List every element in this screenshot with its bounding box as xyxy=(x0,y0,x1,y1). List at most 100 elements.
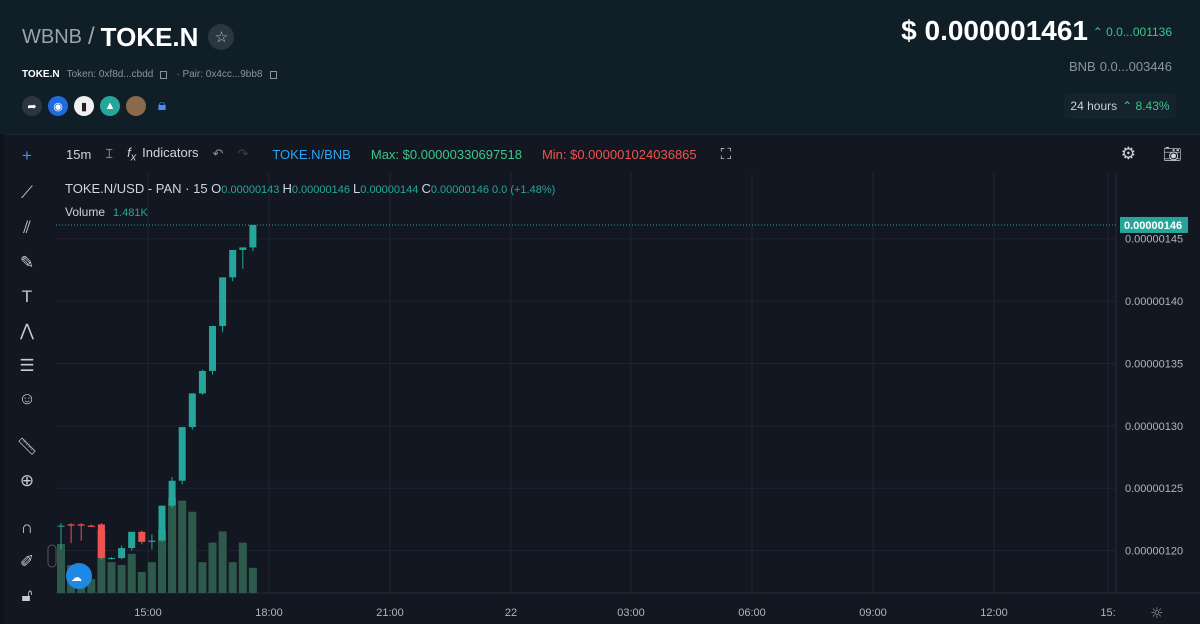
legend-part: 0.00000143 xyxy=(221,184,282,196)
candle-body xyxy=(138,531,146,542)
candle-body xyxy=(249,224,257,248)
candle-body xyxy=(118,548,126,559)
legend-part: TOKE.N/USD - PAN · 15 xyxy=(65,181,211,196)
bnb-label: BNB xyxy=(1068,59,1096,74)
bnb-value: 0.0...003446 xyxy=(1099,59,1172,74)
volume-bar xyxy=(228,562,237,593)
x-tick-label: 22 xyxy=(505,607,517,619)
candle-body xyxy=(178,427,186,481)
token-symbol: TOKE.N xyxy=(22,69,60,80)
volume-legend-label: Volume xyxy=(65,205,105,219)
x-tick-label: 09:00 xyxy=(859,607,887,619)
y-tick-label: 0.00000130 xyxy=(1125,421,1183,433)
legend-part: 0.00000144 xyxy=(360,184,421,196)
legend-ohlc: TOKE.N/USD - PAN · 15 O0.00000143 H0.000… xyxy=(65,181,555,196)
token-meta: TOKE.N Token: 0xf8d...cbdd · Pair: 0x4cc… xyxy=(22,69,282,80)
y-tick-label: 0.00000140 xyxy=(1125,296,1183,308)
x-tick-label: 21:00 xyxy=(376,607,404,619)
chart-container[interactable]: + ⟋ ⫽ ✎ T ⋀ ☰ ☺ 📏︎ ⊕ ∩ ✐ 🔓︎ 15m ⌶ fx Indi… xyxy=(4,134,1200,624)
volume-bar xyxy=(117,565,126,593)
candle-body xyxy=(168,480,176,506)
volume-bar xyxy=(208,542,217,593)
volume-bar xyxy=(248,567,257,593)
bnb-price: BNB 0.0...003446 xyxy=(1069,59,1172,74)
legend-part: 0.00000146 xyxy=(431,184,492,196)
period-label: 24 hours xyxy=(1070,99,1118,113)
current-price: $ 0.000001461 xyxy=(901,15,1088,46)
x-tick-label: 15: xyxy=(1100,607,1115,619)
app-window: WBNB / TOKE.N ☆ TOKE.N Token: 0xf8d...cb… xyxy=(0,0,1200,624)
volume-bar xyxy=(137,572,146,593)
collapse-toolbar-icon xyxy=(47,544,57,568)
x-tick-label: 12:00 xyxy=(980,607,1008,619)
volume-bar xyxy=(147,562,156,593)
token-logo-icon[interactable] xyxy=(126,96,146,116)
candle-body xyxy=(108,558,115,560)
token-address: Token: 0xf8d...cbdd xyxy=(66,69,154,80)
link-icons: ➦ ◉ ▮ ▲ 🔒︎ xyxy=(22,96,172,116)
tradingview-logo-glyph: ☁ xyxy=(71,571,82,584)
volume-bar xyxy=(218,531,227,593)
y-tick-label: 0.00000145 xyxy=(1125,234,1183,246)
legend-part: C xyxy=(421,181,430,196)
period-change-badge[interactable]: 24 hours ⌃ 8.43% xyxy=(1064,93,1176,119)
volume-bar xyxy=(188,511,197,593)
candle-body xyxy=(87,525,95,527)
legend-part: H xyxy=(282,181,291,196)
x-tick-label: 03:00 xyxy=(617,607,645,619)
legend-part: O xyxy=(211,181,221,196)
chart-site-icon[interactable]: ▮ xyxy=(74,96,94,116)
share-icon[interactable]: ➦ xyxy=(22,96,42,116)
y-tick-label: 0.00000120 xyxy=(1125,546,1183,558)
candle-body xyxy=(77,524,85,526)
volume-bar xyxy=(127,553,136,593)
period-change-value: 8.43% xyxy=(1135,99,1170,113)
candle-body xyxy=(67,524,75,526)
quote-token: TOKE.N xyxy=(100,21,199,52)
candle-body xyxy=(57,525,65,527)
candle-body xyxy=(229,249,237,278)
up-arrow-icon: ⌃ xyxy=(1122,99,1133,113)
candle-body xyxy=(209,326,216,371)
dex-icon[interactable]: ▲ xyxy=(100,96,120,116)
pair-slash: / xyxy=(88,23,95,50)
volume-legend-value: 1.481K xyxy=(113,207,149,219)
volume-bar xyxy=(168,497,177,593)
pair-address: · Pair: 0x4cc...9bb8 xyxy=(176,69,263,80)
axis-settings-icon: ☼ xyxy=(1150,604,1163,622)
candle-body xyxy=(198,370,206,394)
copy-pair-icon[interactable] xyxy=(269,70,277,79)
price-change-value: 0.0...001136 xyxy=(1106,25,1172,39)
x-tick-label: 06:00 xyxy=(738,607,766,619)
coinmarketcap-icon[interactable]: ◉ xyxy=(48,96,68,116)
price-chart[interactable]: 0.00000145 0.00000140 0.00000135 0.00000130… xyxy=(4,135,1200,624)
volume-bar xyxy=(57,544,65,593)
volume-bar xyxy=(238,542,247,593)
legend-part: L xyxy=(353,181,360,196)
price-change: ⌃ 0.0...001136 xyxy=(1093,25,1172,39)
legend-part: 0.0 (+1.48%) xyxy=(492,184,555,196)
base-token: WBNB xyxy=(22,25,82,48)
legend-part: 0.00000146 xyxy=(292,184,353,196)
period-change: ⌃ 8.43% xyxy=(1122,99,1169,113)
volume-bar xyxy=(198,562,207,593)
y-tick-label: 0.00000125 xyxy=(1125,483,1183,495)
token-header: WBNB / TOKE.N ☆ TOKE.N Token: 0xf8d...cb… xyxy=(0,0,1200,134)
lock-icon[interactable]: 🔒︎ xyxy=(152,96,172,116)
candle-body xyxy=(239,247,247,250)
candle-body xyxy=(219,277,227,327)
last-price-label: 0.00000146 xyxy=(1124,220,1182,232)
up-arrow-icon: ⌃ xyxy=(1092,25,1107,39)
pair-title: WBNB / TOKE.N ☆ xyxy=(22,20,235,54)
candle-body xyxy=(188,393,196,428)
copy-token-icon[interactable] xyxy=(160,70,168,79)
candle-body xyxy=(158,505,166,541)
favorite-star-icon[interactable]: ☆ xyxy=(208,24,235,50)
volume-bar xyxy=(178,500,187,593)
candle-body xyxy=(97,524,105,559)
candle-body xyxy=(128,531,136,549)
candle-body xyxy=(148,540,156,542)
volume-bar xyxy=(107,562,116,593)
y-tick-label: 0.00000135 xyxy=(1125,358,1183,370)
x-tick-label: 15:00 xyxy=(134,607,162,619)
